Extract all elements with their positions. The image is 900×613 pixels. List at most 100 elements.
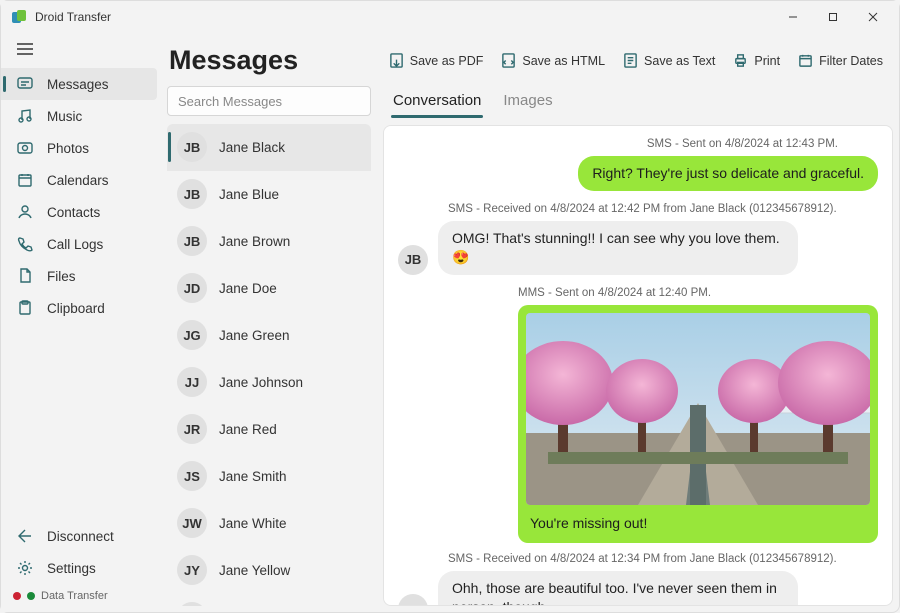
- disconnect-icon: [17, 528, 33, 544]
- message-row: Right? They're just so delicate and grac…: [398, 156, 878, 191]
- filter-icon: [798, 53, 813, 68]
- message-meta: SMS - Sent on 4/8/2024 at 12:43 PM.: [398, 138, 878, 150]
- conversation-list-panel: JBJane BlackJBJane BlueJBJane BrownJDJan…: [167, 86, 371, 606]
- nav-settings[interactable]: Settings: [1, 552, 157, 584]
- contact-row[interactable]: JYJane Yellow: [167, 547, 371, 594]
- contact-row[interactable]: JWJane White: [167, 500, 371, 547]
- avatar: JB: [398, 594, 428, 606]
- avatar: JS: [177, 461, 207, 491]
- contact-name: Jane Doe: [219, 281, 277, 296]
- contact-name: Jane Brown: [219, 234, 290, 249]
- message-meta: SMS - Received on 4/8/2024 at 12:42 PM f…: [398, 203, 878, 215]
- nav-label: Disconnect: [47, 529, 114, 544]
- nav-label: Clipboard: [47, 301, 105, 316]
- avatar: JB: [177, 226, 207, 256]
- nav-files[interactable]: Files: [1, 260, 157, 292]
- contact-row[interactable]: JD Jane Doe: [167, 265, 371, 312]
- nav-label: Messages: [47, 77, 109, 92]
- tabs: Conversation Images: [383, 86, 893, 119]
- close-button[interactable]: [853, 2, 893, 32]
- phone-icon: [17, 236, 33, 252]
- clipboard-icon: [17, 300, 33, 316]
- message-row: JB OMG! That's stunning!! I can see why …: [398, 221, 878, 275]
- contact-row[interactable]: JB Jane Brown: [167, 218, 371, 265]
- app-title: Droid Transfer: [35, 10, 773, 24]
- nav-label: Photos: [47, 141, 89, 156]
- nav-label: Files: [47, 269, 76, 284]
- avatar: JD: [177, 273, 207, 303]
- tab-images[interactable]: Images: [501, 88, 554, 117]
- nav-photos[interactable]: Photos: [1, 132, 157, 164]
- message-pane[interactable]: SMS - Sent on 4/8/2024 at 12:43 PM. Righ…: [383, 125, 893, 606]
- nav-calllogs[interactable]: Call Logs: [1, 228, 157, 260]
- nav-label: Call Logs: [47, 237, 103, 252]
- save-text-button[interactable]: Save as Text: [623, 53, 715, 68]
- toolbar: Save as PDF Save as HTML Save as Text Pr…: [389, 53, 883, 68]
- contact-name: Jane Red: [219, 422, 277, 437]
- hamburger-button[interactable]: [1, 33, 157, 68]
- message-meta: MMS - Sent on 4/8/2024 at 12:40 PM.: [398, 287, 878, 299]
- contact-name: Jane Johnson: [219, 375, 303, 390]
- contact-row[interactable]: JS Jane Smith: [167, 453, 371, 500]
- nav-contacts[interactable]: Contacts: [1, 196, 157, 228]
- save-pdf-button[interactable]: Save as PDF: [389, 53, 484, 68]
- avatar: JB: [177, 179, 207, 209]
- nav-label: Music: [47, 109, 82, 124]
- nav-messages[interactable]: Messages: [1, 68, 157, 100]
- message-bubble: Ohh, those are beautiful too. I've never…: [438, 571, 798, 606]
- text-icon: [623, 53, 638, 68]
- music-icon: [17, 108, 33, 124]
- avatar: JY: [177, 555, 207, 585]
- sidebar: Messages Music Photos Calendars Contacts…: [1, 33, 157, 612]
- avatar: JG: [177, 320, 207, 350]
- avatar: JB: [398, 245, 428, 275]
- nav-disconnect[interactable]: Disconnect: [1, 520, 157, 552]
- avatar: JJ: [177, 367, 207, 397]
- contact-name: Jane White: [219, 516, 287, 531]
- message-bubble: Right? They're just so delicate and grac…: [578, 156, 878, 191]
- nav-items: Messages Music Photos Calendars Contacts…: [1, 68, 157, 516]
- avatar: JB: [177, 602, 207, 606]
- nav-label: Settings: [47, 561, 96, 576]
- pdf-icon: [389, 53, 404, 68]
- message-bubble: OMG! That's stunning!! I can see why you…: [438, 221, 798, 275]
- maximize-button[interactable]: [813, 2, 853, 32]
- contact-row[interactable]: JG Jane Green: [167, 312, 371, 359]
- mms-image: [526, 313, 870, 505]
- contact-name: Jane Green: [219, 328, 290, 343]
- contacts-icon: [17, 204, 33, 220]
- tab-conversation[interactable]: Conversation: [391, 88, 483, 117]
- mms-caption: You're missing out!: [526, 513, 870, 535]
- contact-row[interactable]: JJ Jane Johnson: [167, 359, 371, 406]
- calendar-icon: [17, 172, 33, 188]
- message-row: JB Ohh, those are beautiful too. I've ne…: [398, 571, 878, 606]
- nav-calendars[interactable]: Calendars: [1, 164, 157, 196]
- avatar: JB: [177, 132, 207, 162]
- contact-list[interactable]: JBJane BlackJBJane BlueJBJane BrownJDJan…: [167, 124, 371, 606]
- print-icon: [733, 53, 748, 68]
- nav-clipboard[interactable]: Clipboard: [1, 292, 157, 324]
- save-html-button[interactable]: Save as HTML: [501, 53, 605, 68]
- message-meta: SMS - Received on 4/8/2024 at 12:34 PM f…: [398, 553, 878, 565]
- contact-name: Jane Smith: [219, 469, 287, 484]
- nav-label: Contacts: [47, 205, 100, 220]
- avatar: JR: [177, 414, 207, 444]
- search-input[interactable]: [167, 86, 371, 116]
- contact-row[interactable]: JR Jane Red: [167, 406, 371, 453]
- contact-row[interactable]: JB Jane Black: [167, 124, 371, 171]
- status-dot-green: [27, 592, 35, 600]
- minimize-button[interactable]: [773, 2, 813, 32]
- print-button[interactable]: Print: [733, 53, 780, 68]
- app-icon: [11, 9, 27, 25]
- status-dot-red: [13, 592, 21, 600]
- filter-dates-button[interactable]: Filter Dates: [798, 53, 883, 68]
- contact-name: Jane Black: [219, 140, 285, 155]
- messages-icon: [17, 76, 33, 92]
- status-label: Data Transfer: [41, 590, 108, 602]
- nav-music[interactable]: Music: [1, 100, 157, 132]
- gear-icon: [17, 560, 33, 576]
- photos-icon: [17, 140, 33, 156]
- title-bar: Droid Transfer: [1, 1, 899, 33]
- contact-row[interactable]: JBJane Blue: [167, 171, 371, 218]
- contact-row[interactable]: JBJohn Black: [167, 594, 371, 606]
